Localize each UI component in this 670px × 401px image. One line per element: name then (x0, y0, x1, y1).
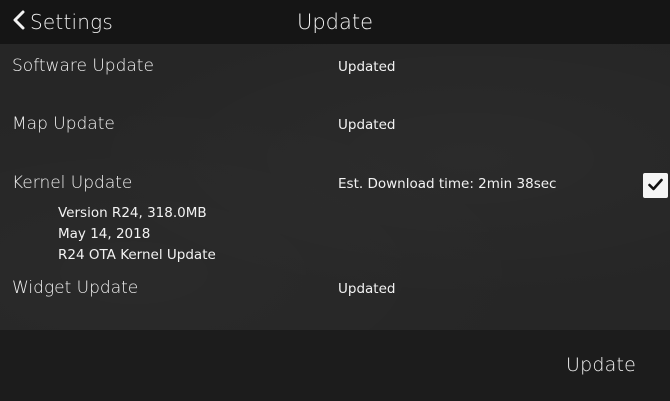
update-list: Software Update Updated Map Update Updat… (0, 44, 670, 330)
kernel-date: May 14, 2018 (58, 226, 151, 242)
update-status: Est. Download time: 2min 38sec (338, 176, 557, 192)
back-button-label: Settings (30, 10, 113, 34)
update-label: Kernel Update (12, 173, 133, 193)
kernel-version: Version R24, 318.0MB (58, 205, 207, 221)
update-status: Updated (338, 281, 396, 297)
checkmark-icon (648, 176, 663, 195)
footer-bar: Update (0, 330, 670, 401)
kernel-description: R24 OTA Kernel Update (58, 247, 216, 263)
update-button[interactable]: Update (566, 354, 636, 376)
update-label: Widget Update (12, 278, 139, 298)
update-label: Software Update (12, 56, 154, 76)
back-button[interactable]: Settings (12, 8, 113, 36)
update-label: Map Update (12, 114, 115, 134)
kernel-update-checkbox[interactable] (643, 173, 668, 198)
chevron-left-icon (12, 10, 30, 34)
update-status: Updated (338, 59, 396, 75)
update-status: Updated (338, 117, 396, 133)
top-bar: Settings Update (0, 0, 670, 44)
